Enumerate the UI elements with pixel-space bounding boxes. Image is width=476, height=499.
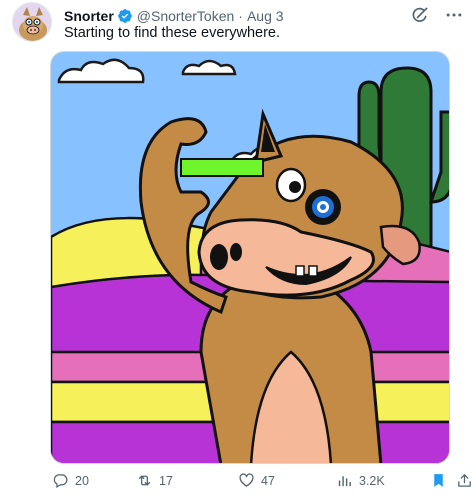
share-icon [458,474,471,487]
header-actions [410,5,464,25]
reply-button[interactable]: 20 [52,472,89,489]
retweet-count: 17 [159,473,173,488]
tweet-header: Snorter @SnorterToken · Aug 3 [64,6,284,26]
display-name[interactable]: Snorter [64,8,114,24]
bookmark-icon [434,474,443,487]
heart-icon [239,473,254,487]
reply-icon [53,474,68,489]
meme-illustration [51,52,449,463]
avatar[interactable] [12,2,52,42]
like-count: 47 [261,473,275,488]
timestamp[interactable]: Aug 3 [247,8,284,24]
more-options-icon[interactable] [444,5,464,25]
verified-badge-icon [117,8,133,24]
share-button[interactable] [456,472,473,489]
tweet-image[interactable] [50,51,450,464]
bookmark-button[interactable] [430,472,447,489]
views-button[interactable]: 3.2K [336,472,385,489]
retweet-icon [138,475,151,486]
tweet-text: Starting to find these everywhere. [64,25,281,41]
tweet-actions: 20 17 47 3.2K [52,472,473,492]
grok-icon[interactable] [410,5,430,25]
views-icon [338,476,351,487]
views-count: 3.2K [359,473,385,488]
like-button[interactable]: 47 [238,472,275,489]
green-stick [180,158,264,177]
tweet[interactable]: Snorter @SnorterToken · Aug 3 Starting t… [0,0,476,499]
avatar-image [13,3,51,41]
separator-dot: · [238,8,243,24]
retweet-button[interactable]: 17 [136,472,173,489]
user-handle[interactable]: @SnorterToken [137,8,234,24]
reply-count: 20 [75,473,89,488]
